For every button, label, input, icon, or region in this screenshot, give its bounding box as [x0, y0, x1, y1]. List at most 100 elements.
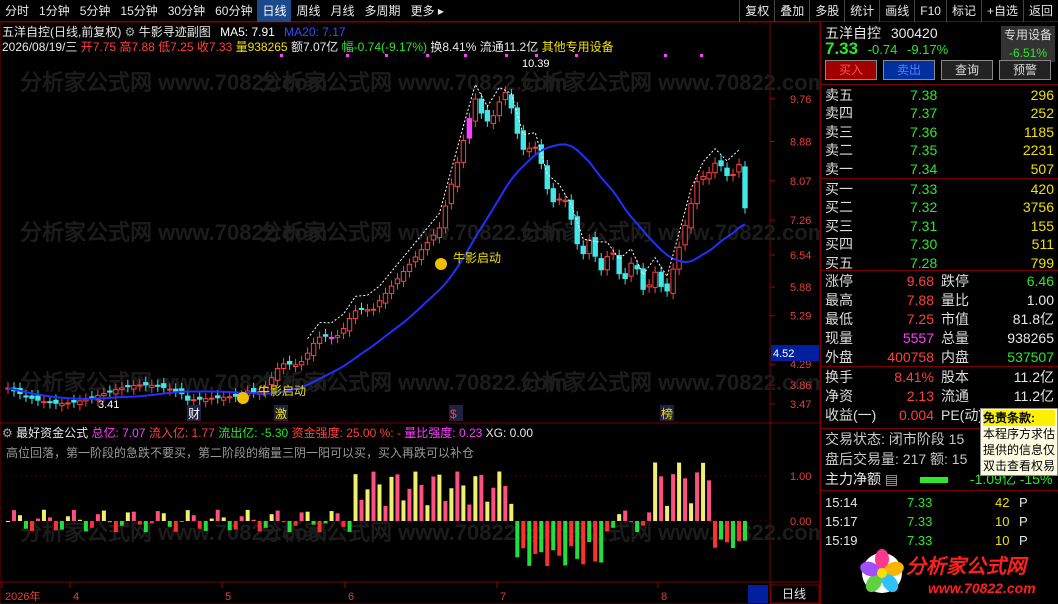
flow-bar: [263, 521, 268, 528]
candle: [730, 168, 736, 182]
flow-bar: [257, 521, 262, 532]
flow-bar: [671, 474, 676, 521]
flow-bar: [503, 485, 508, 521]
candle: [484, 104, 491, 127]
candle: [640, 263, 646, 296]
flow-bar: [695, 472, 700, 521]
chart-title: 五洋自控(日线,前复权): [2, 25, 122, 39]
period-tab[interactable]: 60分钟: [210, 0, 257, 22]
candle: [460, 134, 467, 169]
trade-button[interactable]: 查询: [941, 60, 993, 80]
tooltip-line: 提供的信息仅: [983, 443, 1055, 457]
book-volume: 420: [1030, 181, 1054, 197]
price-change-pct: -9.17%: [906, 42, 949, 57]
book-label: 卖一: [825, 160, 853, 177]
flow-bar: [173, 521, 178, 532]
book-price: 7.34: [910, 160, 938, 177]
candle: [388, 280, 395, 300]
toolbar-actions: 复权 叠加 多股 统计 画线 F10 标记 +自选 返回: [739, 0, 1058, 22]
app-window: 分时 1分钟 5分钟 15分钟 30分钟 60分钟 日线 周线 月线 多周期 更多 ▸ 复权 叠加 多股…: [0, 0, 1058, 604]
candle: [742, 161, 748, 214]
book-row: 买二 7.32 3756: [825, 198, 1054, 216]
flow-bar: [65, 516, 70, 521]
candle: [478, 93, 485, 119]
toolbar-button[interactable]: 标记: [947, 0, 981, 22]
date-tick: 5: [225, 591, 231, 603]
stat-row: 最高 7.88 量比 1.00: [825, 291, 1054, 309]
flow-bar: [317, 521, 322, 533]
book-volume: 799: [1030, 254, 1054, 271]
sub-name[interactable]: 最好资金公式: [16, 426, 88, 440]
trade-button[interactable]: 卖出: [883, 60, 935, 80]
period-tab[interactable]: 月线: [326, 0, 360, 22]
divider: [821, 178, 1058, 179]
flow-bar: [41, 509, 46, 521]
period-tab[interactable]: 周线: [291, 0, 325, 22]
book-label: 买四: [825, 236, 853, 253]
stat-value: 5557: [902, 330, 934, 346]
flow-bar: [407, 488, 412, 521]
period-tab[interactable]: 30分钟: [163, 0, 210, 22]
candle: [358, 302, 365, 315]
book-price: 7.35: [910, 142, 938, 159]
flow-bar: [395, 474, 400, 521]
candle: [382, 287, 389, 309]
candle: [203, 392, 209, 408]
info-sector: 其他专用设备: [541, 40, 614, 54]
flow-bar: [581, 521, 586, 565]
chart-area[interactable]: 分析家公式网 www.70822.com 分析家公式网 www.70822.com…: [0, 22, 820, 604]
period-tab[interactable]: 分时: [0, 0, 34, 22]
flow-bar: [35, 518, 40, 521]
stat-row: 现量 5557 总量 938265: [825, 329, 1054, 347]
flow-bar: [725, 521, 730, 543]
flow-bar: [719, 521, 724, 540]
kline-chart[interactable]: 分析家公式网 www.70822.com 分析家公式网 www.70822.com…: [0, 22, 820, 604]
candle: [712, 157, 718, 179]
flow-bar: [59, 521, 64, 530]
stat-label: PE(动): [941, 407, 983, 423]
toolbar-button[interactable]: +自选: [982, 0, 1023, 22]
settings-icon[interactable]: ⚙: [125, 25, 139, 39]
stat-value: 11.2亿: [1013, 388, 1054, 404]
toolbar-button[interactable]: F10: [915, 0, 946, 22]
trade-button[interactable]: 买入: [825, 60, 877, 80]
stat-label: 流通: [941, 388, 969, 404]
sub-settings-icon[interactable]: ⚙: [2, 426, 16, 440]
period-tab[interactable]: 5分钟: [75, 0, 116, 22]
trade-button[interactable]: 预警: [999, 60, 1051, 80]
candle: [616, 249, 622, 280]
flow-bar: [239, 516, 244, 521]
flow-bar: [137, 521, 142, 525]
period-tab[interactable]: 15分钟: [115, 0, 162, 22]
book-label: 买二: [825, 199, 853, 216]
divider: [821, 84, 1058, 85]
flow-bar: [113, 521, 118, 533]
period-tab[interactable]: 更多 ▸: [406, 0, 449, 22]
period-tab[interactable]: 1分钟: [34, 0, 75, 22]
candle: [556, 193, 562, 206]
book-label: 卖三: [825, 123, 853, 140]
price-tick: 5.29: [790, 311, 811, 323]
toolbar-button[interactable]: 返回: [1024, 0, 1058, 22]
toolbar-button[interactable]: 多股: [810, 0, 844, 22]
toolbar-button[interactable]: 画线: [880, 0, 914, 22]
period-tab[interactable]: 日线: [257, 0, 292, 22]
candle: [574, 210, 580, 250]
net-flow-icon[interactable]: ▤: [885, 471, 898, 487]
indicator-name[interactable]: 牛影寻迹副图: [139, 25, 211, 39]
stat-label: 市值: [941, 311, 969, 327]
book-row: 卖四 7.37 252: [825, 104, 1054, 122]
toolbar-button[interactable]: 复权: [740, 0, 774, 22]
candle: [370, 303, 377, 316]
toolbar-button[interactable]: 叠加: [775, 0, 809, 22]
ma5-label: MA5: 7.91: [220, 25, 275, 39]
toolbar-button[interactable]: 统计: [845, 0, 879, 22]
date-tick: 6: [348, 591, 354, 603]
info-close: 收7.33: [196, 40, 233, 54]
flow-bar: [77, 519, 82, 521]
disclaimer-tooltip[interactable]: 免责条款: 本程序方求估 提供的信息仅 双击查看权易: [980, 408, 1058, 476]
flow-bar: [737, 521, 742, 542]
period-tab[interactable]: 多周期: [360, 0, 406, 22]
tick-time: 15:17: [825, 514, 858, 529]
book-row: 卖二 7.35 2231: [825, 141, 1054, 159]
